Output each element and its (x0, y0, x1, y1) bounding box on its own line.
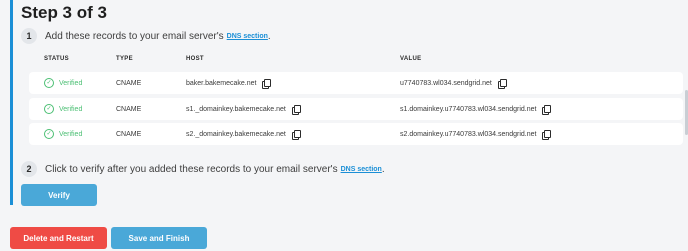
step-number-badge: 2 (21, 161, 37, 177)
copy-icon[interactable] (542, 105, 552, 115)
type-cell: CNAME (116, 130, 142, 138)
value-text: s2.domainkey.u7740783.wl034.sendgrid.net (400, 130, 537, 138)
step-title: Step 3 of 3 (21, 3, 107, 22)
check-circle-icon: ✓ (44, 129, 54, 139)
header-value: VALUE (400, 56, 422, 62)
value-cell: u7740783.wl034.sendgrid.net (400, 72, 507, 94)
status-text: Verified (59, 105, 83, 113)
value-text: u7740783.wl034.sendgrid.net (400, 79, 492, 87)
table-row: ✓ Verified CNAME baker.bakemecake.net u7… (29, 72, 683, 94)
instruction-step-2: 2 Click to verify after you added these … (21, 161, 385, 177)
status-text: Verified (59, 79, 83, 87)
step-accent-bar (10, 0, 13, 205)
instruction-text: Click to verify after you added these re… (45, 163, 338, 175)
host-text: s1._domainkey.bakemecake.net (186, 105, 286, 113)
copy-icon[interactable] (291, 105, 301, 115)
status-text: Verified (59, 130, 83, 138)
header-status: STATUS (44, 56, 69, 62)
host-cell: baker.bakemecake.net (186, 72, 272, 94)
host-text: baker.bakemecake.net (186, 79, 257, 87)
value-cell: s1.domainkey.u7740783.wl034.sendgrid.net (400, 98, 552, 120)
copy-icon[interactable] (542, 130, 552, 140)
instruction-suffix: . (381, 163, 385, 175)
verify-button[interactable]: Verify (21, 184, 97, 206)
instruction-text: Add these records to your email server's (45, 30, 224, 42)
status-cell: ✓ Verified (44, 123, 82, 145)
value-cell: s2.domainkey.u7740783.wl034.sendgrid.net (400, 123, 552, 145)
status-cell: ✓ Verified (44, 98, 82, 120)
instruction-step-1: 1 Add these records to your email server… (21, 28, 271, 44)
copy-icon[interactable] (291, 130, 301, 140)
type-cell: CNAME (116, 105, 142, 113)
delete-and-restart-button[interactable]: Delete and Restart (10, 227, 107, 249)
records-table-header: STATUS TYPE HOST VALUE (29, 56, 683, 66)
host-cell: s1._domainkey.bakemecake.net (186, 98, 301, 120)
copy-icon[interactable] (497, 79, 507, 89)
host-cell: s2._domainkey.bakemecake.net (186, 123, 301, 145)
dns-section-link[interactable]: DNS section (227, 33, 268, 40)
type-cell: CNAME (116, 79, 142, 87)
header-host: HOST (186, 56, 204, 62)
status-cell: ✓ Verified (44, 72, 82, 94)
save-and-finish-button[interactable]: Save and Finish (111, 227, 207, 249)
table-row: ✓ Verified CNAME s2._domainkey.bakemecak… (29, 123, 683, 145)
header-type: TYPE (116, 56, 133, 62)
value-text: s1.domainkey.u7740783.wl034.sendgrid.net (400, 105, 537, 113)
table-row: ✓ Verified CNAME s1._domainkey.bakemecak… (29, 98, 683, 120)
dns-section-link[interactable]: DNS section (341, 166, 382, 173)
host-text: s2._domainkey.bakemecake.net (186, 130, 286, 138)
check-circle-icon: ✓ (44, 104, 54, 114)
copy-icon[interactable] (262, 79, 272, 89)
instruction-suffix: . (267, 30, 271, 42)
step-number-badge: 1 (21, 28, 37, 44)
check-circle-icon: ✓ (44, 78, 54, 88)
